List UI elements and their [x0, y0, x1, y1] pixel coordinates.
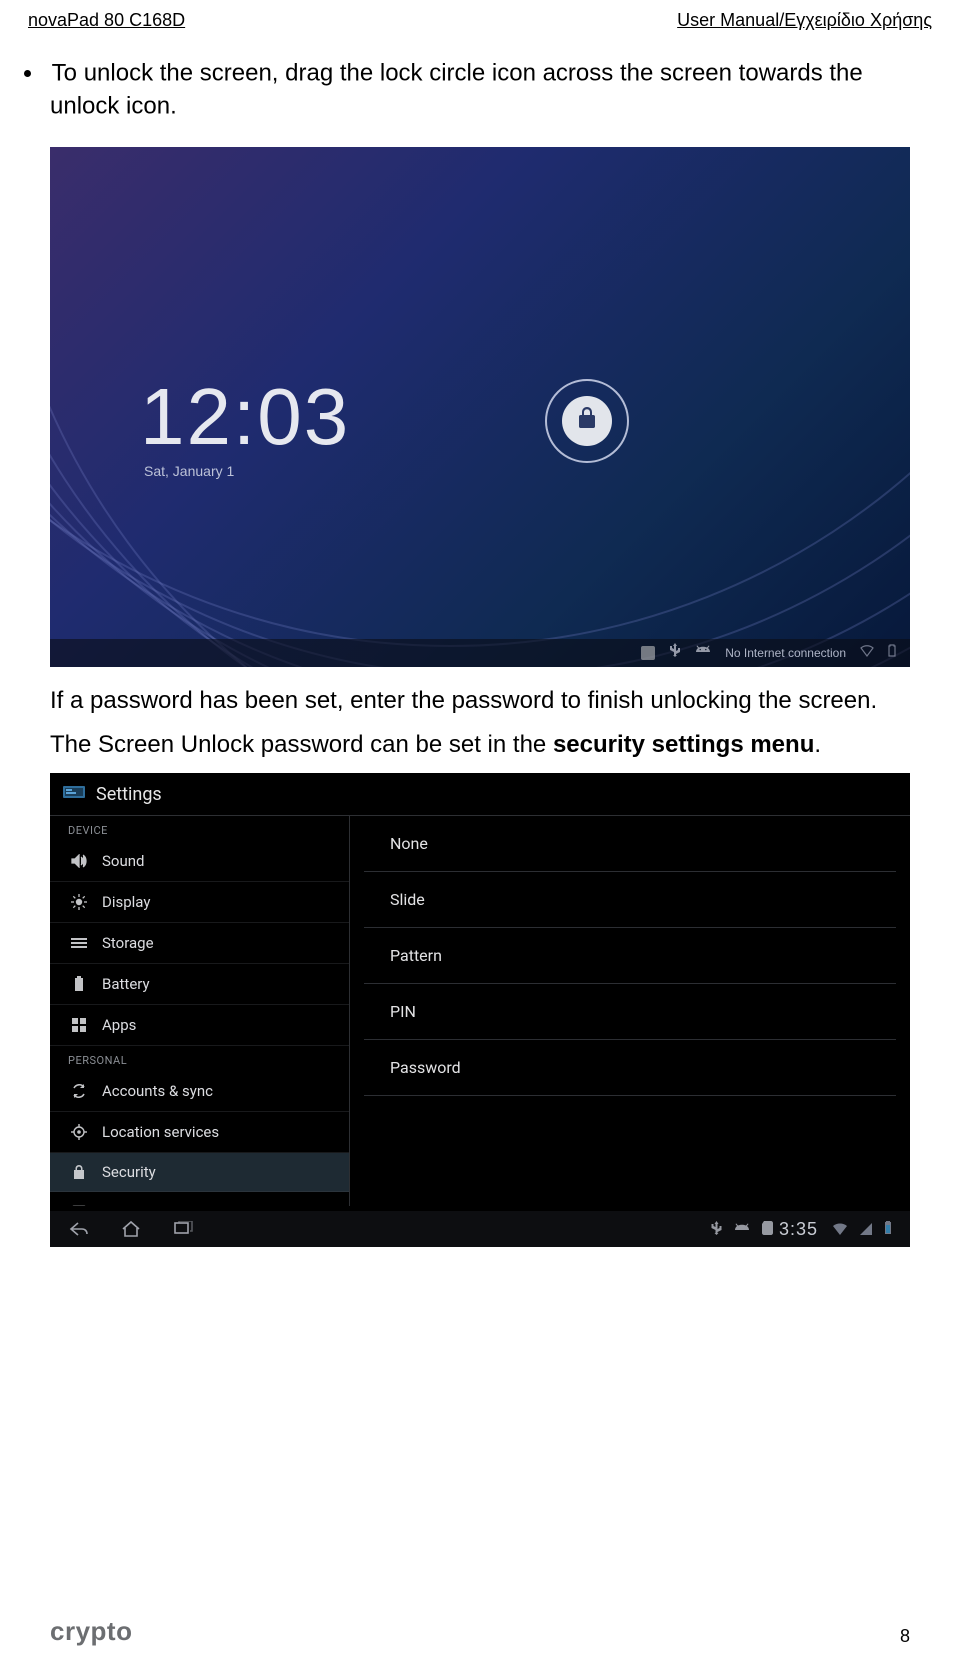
sidebar-label: Battery — [102, 975, 150, 993]
signal-icon — [860, 1220, 872, 1239]
display-icon — [70, 894, 88, 910]
lockscreen-clock: 12:03 Sat, January 1 — [140, 377, 350, 479]
bullet-dot-icon — [24, 70, 31, 77]
sdcard-icon — [762, 1220, 773, 1239]
lock-inner-circle — [562, 396, 612, 446]
battery-icon — [70, 976, 88, 992]
apps-icon — [70, 1018, 88, 1032]
section-personal-label: PERSONAL — [50, 1046, 349, 1071]
sidebar-label: Security — [102, 1163, 156, 1181]
sidebar-item-security[interactable]: Security — [50, 1153, 349, 1192]
nav-recent-button[interactable] — [166, 1217, 200, 1241]
android-debug-icon — [734, 1220, 750, 1239]
password-paragraph: If a password has been set, enter the pa… — [50, 685, 910, 717]
nav-home-button[interactable] — [114, 1217, 148, 1241]
sidebar-item-accounts-sync[interactable]: Accounts & sync — [50, 1071, 349, 1112]
no-internet-text: No Internet connection — [725, 646, 846, 660]
settings-header: Settings — [50, 773, 910, 815]
page-header: novaPad 80 C168D User Manual/Εγχειρίδιο … — [0, 0, 960, 31]
lock-icon — [577, 407, 597, 434]
header-right: User Manual/Εγχειρίδιο Χρήσης — [677, 10, 932, 31]
battery-status-icon — [884, 1220, 892, 1239]
para2-bold: security settings menu — [553, 731, 814, 758]
lock-drag-handle[interactable] — [545, 379, 629, 463]
lock-statusbar: No Internet connection — [50, 639, 910, 667]
section-device-label: DEVICE — [50, 816, 349, 841]
sidebar-label: Apps — [102, 1016, 136, 1034]
settings-figure: Settings DEVICE Sound Display Storage — [50, 773, 910, 1247]
settings-icon — [62, 783, 86, 805]
sidebar-label: Storage — [102, 934, 154, 952]
lock-option-pin[interactable]: PIN — [364, 984, 896, 1040]
page-footer: crypto 8 — [50, 1616, 910, 1647]
security-paragraph: The Screen Unlock password can be set in… — [50, 729, 910, 761]
bullet-paragraph: To unlock the screen, drag the lock circ… — [50, 57, 910, 123]
sidebar-item-location[interactable]: Location services — [50, 1112, 349, 1153]
clock-date: Sat, January 1 — [144, 463, 350, 479]
lang-icon — [70, 1205, 88, 1206]
bullet-text: To unlock the screen, drag the lock circ… — [50, 59, 863, 119]
footer-brand: crypto — [50, 1616, 132, 1647]
navbar-clock: 3:35 — [779, 1219, 818, 1240]
sidebar-label: Language & input — [102, 1203, 218, 1206]
notification-icon[interactable] — [641, 646, 655, 660]
clock-time: 12:03 — [140, 377, 350, 457]
battery-outline-icon — [888, 644, 896, 662]
nav-back-button[interactable] — [62, 1217, 96, 1241]
settings-title: Settings — [96, 784, 162, 805]
para2-part-c: . — [814, 731, 821, 758]
location-icon — [70, 1124, 88, 1140]
lock-option-password[interactable]: Password — [364, 1040, 896, 1096]
sidebar-item-language[interactable]: Language & input — [50, 1192, 349, 1206]
wifi-outline-icon — [860, 644, 874, 662]
lock-options-panel: None Slide Pattern PIN Password — [350, 816, 910, 1206]
sync-icon — [70, 1083, 88, 1099]
sidebar-label: Sound — [102, 852, 144, 870]
sidebar-label: Accounts & sync — [102, 1082, 213, 1100]
lock-option-slide[interactable]: Slide — [364, 872, 896, 928]
page-number: 8 — [900, 1626, 910, 1647]
android-debug-icon — [695, 644, 711, 662]
header-left: novaPad 80 C168D — [28, 10, 185, 31]
security-icon — [70, 1165, 88, 1180]
lock-option-none[interactable]: None — [364, 816, 896, 872]
usb-icon — [669, 643, 681, 662]
sidebar-label: Location services — [102, 1123, 219, 1141]
lockscreen-figure: 12:03 Sat, January 1 No Internet connect… — [50, 147, 910, 667]
sound-icon — [70, 854, 88, 868]
system-navbar: 3:35 — [50, 1211, 910, 1247]
wifi-icon — [832, 1220, 848, 1239]
storage-icon — [70, 937, 88, 949]
sidebar-item-storage[interactable]: Storage — [50, 923, 349, 964]
settings-sidebar: DEVICE Sound Display Storage Battery — [50, 816, 350, 1206]
lock-option-pattern[interactable]: Pattern — [364, 928, 896, 984]
sidebar-label: Display — [102, 893, 150, 911]
sidebar-item-display[interactable]: Display — [50, 882, 349, 923]
usb-icon — [711, 1220, 722, 1239]
sidebar-item-apps[interactable]: Apps — [50, 1005, 349, 1046]
sidebar-item-battery[interactable]: Battery — [50, 964, 349, 1005]
sidebar-item-sound[interactable]: Sound — [50, 841, 349, 882]
para2-part-a: The Screen Unlock password can be set in… — [50, 731, 553, 758]
